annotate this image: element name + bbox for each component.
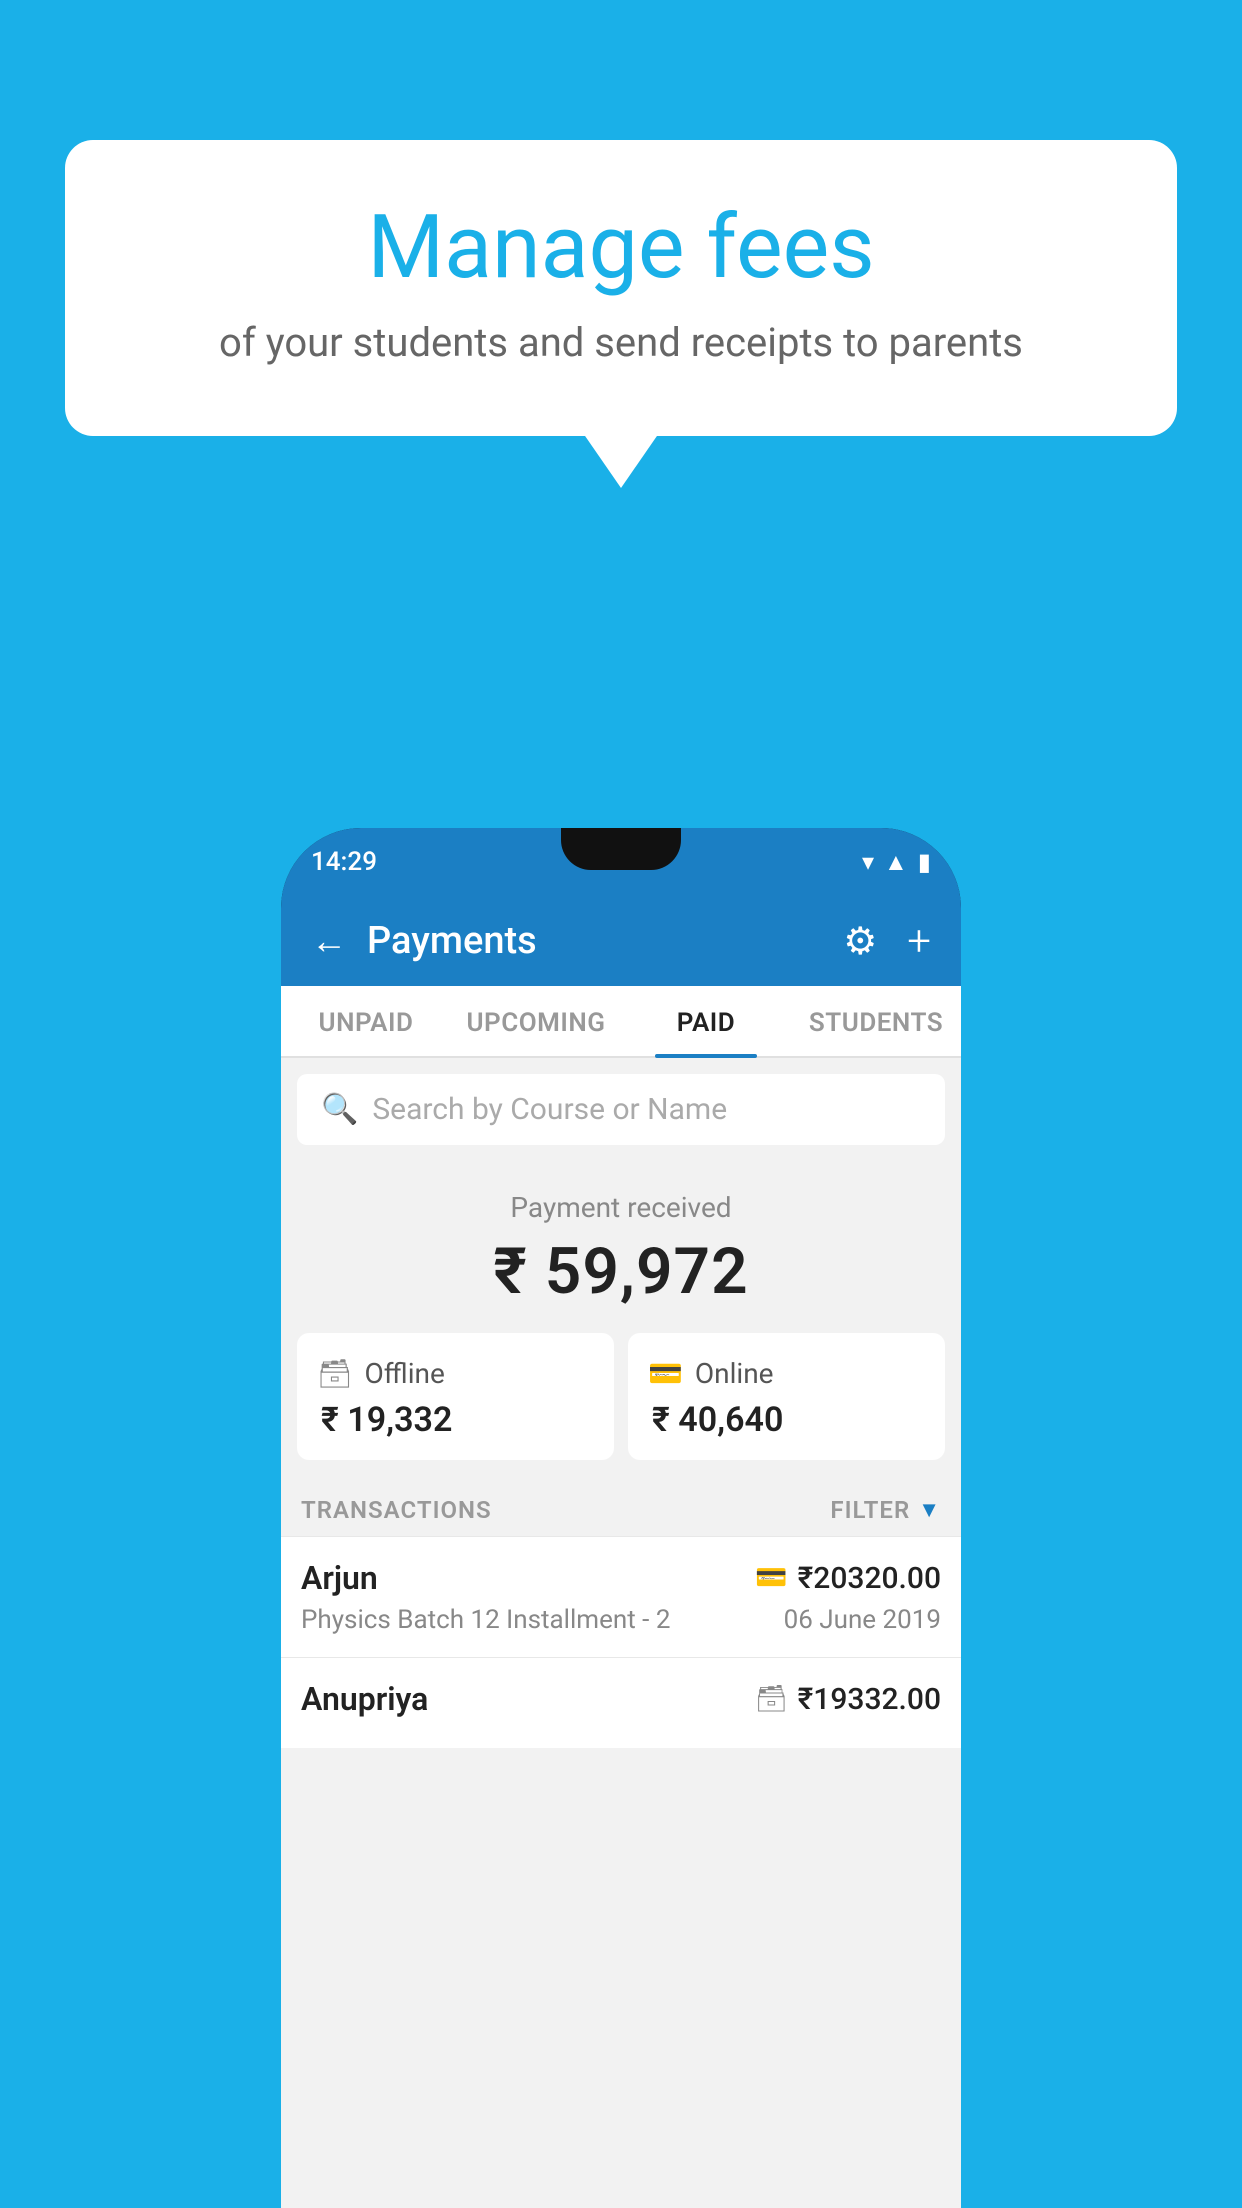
filter-icon: ▼: [918, 1497, 941, 1523]
online-label: Online: [695, 1357, 774, 1390]
add-button[interactable]: +: [907, 917, 931, 966]
online-amount: ₹ 40,640: [648, 1400, 925, 1440]
offline-card-top: 🗃 Offline: [317, 1357, 594, 1390]
transaction-course-1: Physics Batch 12 Installment - 2: [301, 1605, 670, 1635]
bubble-title: Manage fees: [145, 200, 1097, 297]
offline-label: Offline: [365, 1357, 445, 1390]
phone-frame: 14:29 ▾ ▲ ▮ ← Payments ⚙ + UNPAID UPCOMI…: [281, 828, 961, 2208]
payment-type-icon-2: 🗃: [755, 1684, 788, 1714]
transaction-row[interactable]: Arjun 💳 ₹20320.00 Physics Batch 12 Insta…: [281, 1536, 961, 1657]
transaction-main-1: Arjun 💳 ₹20320.00: [301, 1559, 941, 1597]
online-payment-card: 💳 Online ₹ 40,640: [628, 1333, 945, 1460]
back-button[interactable]: ←: [311, 920, 347, 962]
search-icon: 🔍: [321, 1092, 358, 1127]
payment-total-amount: ₹ 59,972: [301, 1234, 941, 1309]
payment-cards: 🗃 Offline ₹ 19,332 💳 Online ₹ 40,640: [281, 1333, 961, 1480]
transaction-date-1: 06 June 2019: [784, 1605, 941, 1635]
app-body: 🔍 Search by Course or Name Payment recei…: [281, 1058, 961, 2208]
tab-upcoming[interactable]: UPCOMING: [451, 986, 621, 1056]
transactions-header: TRANSACTIONS FILTER ▼: [281, 1480, 961, 1536]
settings-button[interactable]: ⚙: [843, 919, 877, 964]
offline-payment-card: 🗃 Offline ₹ 19,332: [297, 1333, 614, 1460]
battery-icon: ▮: [918, 848, 931, 876]
speech-bubble-container: Manage fees of your students and send re…: [65, 140, 1177, 436]
filter-button[interactable]: FILTER ▼: [830, 1496, 941, 1524]
tab-students[interactable]: STUDENTS: [791, 986, 961, 1056]
online-card-top: 💳 Online: [648, 1357, 925, 1390]
wifi-icon: ▾: [862, 848, 874, 876]
online-icon: 💳: [648, 1357, 683, 1390]
tab-paid[interactable]: PAID: [621, 986, 791, 1056]
tab-unpaid[interactable]: UNPAID: [281, 986, 451, 1056]
speech-bubble: Manage fees of your students and send re…: [65, 140, 1177, 436]
transactions-label: TRANSACTIONS: [301, 1496, 492, 1524]
offline-icon: 🗃: [317, 1357, 353, 1390]
transaction-sub-1: Physics Batch 12 Installment - 2 06 June…: [301, 1605, 941, 1635]
header-title: Payments: [367, 919, 823, 963]
transaction-amount-1: 💳 ₹20320.00: [755, 1561, 941, 1596]
transaction-amount-2: 🗃 ₹19332.00: [755, 1682, 941, 1717]
payment-type-icon-1: 💳: [755, 1563, 787, 1593]
bubble-subtitle: of your students and send receipts to pa…: [145, 319, 1097, 366]
transaction-main-2: Anupriya 🗃 ₹19332.00: [301, 1680, 941, 1718]
transaction-name-1: Arjun: [301, 1559, 378, 1597]
signal-icon: ▲: [884, 848, 908, 877]
transaction-name-2: Anupriya: [301, 1680, 428, 1718]
payment-summary: Payment received ₹ 59,972: [281, 1161, 961, 1333]
offline-amount: ₹ 19,332: [317, 1400, 594, 1440]
transaction-row[interactable]: Anupriya 🗃 ₹19332.00: [281, 1657, 961, 1748]
payment-received-label: Payment received: [301, 1191, 941, 1224]
tabs-bar: UNPAID UPCOMING PAID STUDENTS: [281, 986, 961, 1058]
search-bar[interactable]: 🔍 Search by Course or Name: [297, 1074, 945, 1145]
app-header: ← Payments ⚙ +: [281, 896, 961, 986]
status-bar: 14:29 ▾ ▲ ▮: [281, 828, 961, 896]
status-time: 14:29: [311, 847, 377, 877]
phone-notch: [561, 828, 681, 870]
search-input[interactable]: Search by Course or Name: [372, 1092, 727, 1127]
status-icons: ▾ ▲ ▮: [862, 848, 931, 877]
